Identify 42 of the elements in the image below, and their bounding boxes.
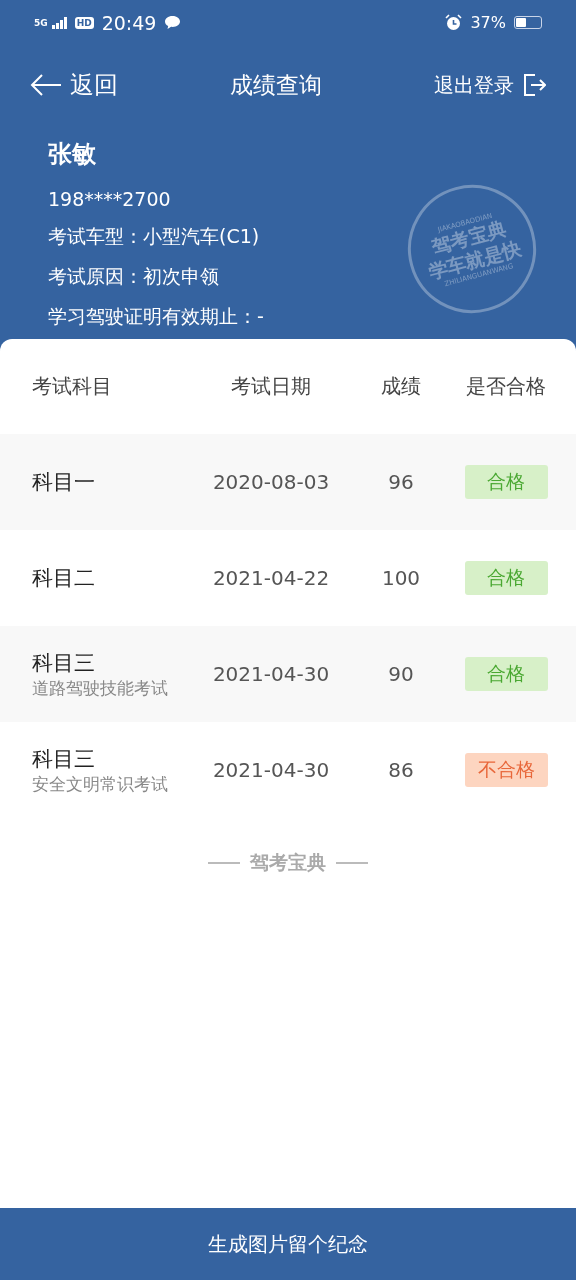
result-tag: 合格 <box>464 465 548 499</box>
hd-badge: HD <box>74 16 94 29</box>
exam-score: 96 <box>387 470 415 494</box>
phone-number: 198****2700 <box>48 187 172 210</box>
exam-score: 90 <box>387 662 415 686</box>
subject-subtitle: 道路驾驶技能考试 <box>32 676 169 700</box>
logout-button[interactable]: 退出登录 <box>434 71 546 99</box>
battery-percent: 37% <box>470 13 506 32</box>
column-header: 成绩 <box>380 373 422 400</box>
exam-date: 2021-04-22 <box>211 566 331 590</box>
exam-date: 2020-08-03 <box>211 470 331 494</box>
profile-info-line: 学习驾驶证明有效期止：- <box>48 303 264 329</box>
subject-subtitle: 安全文明常识考试 <box>32 772 169 796</box>
battery-icon <box>514 16 542 29</box>
result-tag: 合格 <box>464 657 548 691</box>
subject-name: 科目三 <box>32 649 96 677</box>
exam-date: 2021-04-30 <box>211 758 331 782</box>
subject-name: 科目一 <box>32 469 96 496</box>
result-tag: 合格 <box>464 561 548 595</box>
exam-score: 86 <box>387 758 415 782</box>
exam-date: 2021-04-30 <box>211 662 331 686</box>
brand-label: 驾考宝典 <box>250 850 326 875</box>
back-button[interactable]: 返回 <box>30 69 118 101</box>
result-tag: 不合格 <box>464 753 548 787</box>
logout-icon <box>522 73 546 97</box>
network-label: 5G <box>34 17 48 28</box>
column-header: 是否合格 <box>465 373 547 400</box>
exam-score: 100 <box>380 566 422 590</box>
chat-bubble-icon <box>164 15 182 30</box>
column-header: 考试科目 <box>31 373 113 400</box>
user-name: 张敏 <box>48 138 97 170</box>
profile-info-line: 考试原因：初次申领 <box>48 263 220 289</box>
back-arrow-icon <box>30 73 62 97</box>
generate-image-button[interactable]: 生成图片留个纪念 <box>0 1208 576 1280</box>
status-time: 20:49 <box>101 11 157 34</box>
signal-icon <box>51 16 68 29</box>
alarm-clock-icon <box>445 14 463 31</box>
column-header: 考试日期 <box>230 373 312 400</box>
subject-name: 科目三 <box>32 745 96 773</box>
page-title: 成绩查询 <box>230 70 322 100</box>
profile-info-line: 考试车型：小型汽车(C1) <box>48 223 261 249</box>
subject-name: 科目二 <box>32 565 96 592</box>
